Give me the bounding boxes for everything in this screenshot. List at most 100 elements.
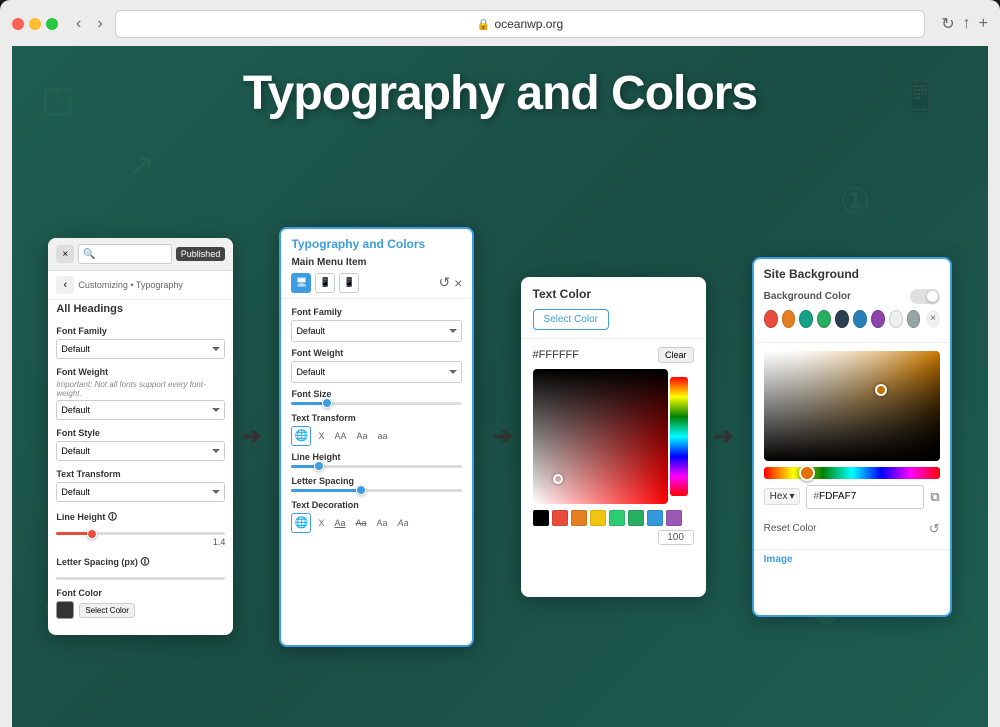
swatch-orange[interactable]	[571, 510, 587, 526]
text-transform-select[interactable]: Default	[56, 482, 225, 502]
swatch-darkgreen[interactable]	[628, 510, 644, 526]
font-family-select[interactable]: Default	[56, 339, 225, 359]
p-letter-spacing-label: Letter Spacing	[291, 476, 462, 486]
transform-none-btn[interactable]: X	[315, 429, 327, 443]
customizer-section-title: All Headings	[48, 300, 233, 318]
close-color-btn[interactable]: ×	[926, 310, 939, 328]
desktop-icon-btn[interactable]: 🖥	[291, 273, 311, 293]
hex-dropdown-label: Hex	[770, 491, 788, 502]
swatch-yellow[interactable]	[590, 510, 606, 526]
swatch-purple[interactable]	[666, 510, 682, 526]
decoration-globe-icon[interactable]: 🌐	[291, 513, 311, 533]
dot-blue[interactable]	[853, 310, 867, 328]
p-font-family-select[interactable]: Default	[291, 320, 462, 342]
p-text-transform-label: Text Transform	[291, 413, 462, 423]
opacity-value[interactable]: 100	[658, 530, 694, 545]
font-family-label: Font Family	[56, 326, 225, 336]
panel-icons-row: 🖥 📱 📱 ↺ ×	[291, 273, 462, 293]
font-weight-sublabel: Important: Not all fonts support every f…	[56, 380, 225, 398]
close-panel-button[interactable]: ×	[454, 274, 462, 291]
bg-color-toggle[interactable]	[910, 289, 940, 304]
transform-capitalize-btn[interactable]: Aa	[353, 429, 370, 443]
p-line-height-slider[interactable]	[291, 465, 462, 468]
dot-teal[interactable]	[799, 310, 813, 328]
line-height-value: 1.4	[56, 537, 225, 547]
font-weight-select[interactable]: Default	[56, 400, 225, 420]
hex-display: #FFFFFF Clear	[533, 347, 694, 363]
dot-light[interactable]	[889, 310, 903, 328]
p-font-size-slider[interactable]	[291, 402, 462, 405]
hex-dropdown[interactable]: Hex ▾	[764, 488, 801, 505]
arrow-1: ➔	[241, 422, 261, 451]
hex-input-value: FDFAF7	[819, 491, 856, 502]
reset-icon-button[interactable]: ↺	[929, 521, 940, 537]
nav-back-button[interactable]: ‹	[56, 276, 74, 294]
hue-bar-thumb	[799, 465, 815, 481]
lock-icon: 🔒	[477, 18, 491, 31]
back-button[interactable]: ‹	[72, 13, 85, 35]
color-picker-container[interactable]	[533, 369, 694, 504]
select-color-button[interactable]: Select Color	[79, 603, 135, 618]
customizer-nav: ‹ Customizing • Typography	[48, 271, 233, 300]
clear-button[interactable]: Clear	[658, 347, 694, 363]
select-color-btn[interactable]: Select Color	[533, 309, 609, 330]
dot-dark[interactable]	[835, 310, 849, 328]
customizer-close-btn[interactable]: ×	[56, 245, 74, 263]
sitebg-image-label[interactable]: Image	[754, 549, 950, 569]
new-tab-button[interactable]: +	[979, 14, 988, 34]
deco-none-btn[interactable]: X	[315, 517, 327, 529]
hex-input[interactable]: # FDFAF7	[806, 485, 924, 509]
deco-overline-btn[interactable]: Aa	[373, 517, 390, 529]
dot-red[interactable]	[12, 18, 24, 30]
arrow-3: ➔	[714, 422, 734, 451]
tablet-icon-btn[interactable]: 📱	[315, 273, 335, 293]
customizer-header: × 🔍 Published	[48, 238, 233, 271]
panel-icons-left: 🖥 📱 📱	[291, 273, 359, 293]
customizer-body: Font Family Default Font Weight Importan…	[48, 318, 233, 635]
swatch-red[interactable]	[552, 510, 568, 526]
address-bar[interactable]: 🔒 oceanwp.org	[115, 10, 926, 38]
font-style-select[interactable]: Default	[56, 441, 225, 461]
line-height-slider[interactable]	[56, 532, 225, 535]
deco-strikethrough-btn[interactable]: Aa	[352, 517, 369, 529]
p-font-size-slider-container	[291, 402, 462, 405]
color-picker-gradient[interactable]	[533, 369, 668, 504]
sitebg-bg-color-section: Background Color	[764, 289, 940, 304]
transform-uppercase-btn[interactable]: AA	[331, 429, 349, 443]
dot-red[interactable]	[764, 310, 778, 328]
reset-color-button[interactable]: Reset Color	[764, 523, 817, 534]
dot-green[interactable]	[817, 310, 831, 328]
textcolor-title: Text Color	[533, 287, 694, 301]
forward-button[interactable]: ›	[93, 13, 106, 35]
copy-hex-button[interactable]: ⧉	[930, 489, 939, 505]
panel-textcolor: Text Color Select Color #FFFFFF Clear	[521, 277, 706, 597]
dot-yellow[interactable]	[29, 18, 41, 30]
p-letter-spacing-slider[interactable]	[291, 489, 462, 492]
dot-purple[interactable]	[871, 310, 885, 328]
mobile-icon-btn[interactable]: 📱	[339, 273, 359, 293]
dot-green[interactable]	[46, 18, 58, 30]
gradient-picker[interactable]	[764, 351, 940, 461]
font-color-swatch[interactable]	[56, 601, 74, 619]
swatch-black[interactable]	[533, 510, 549, 526]
letter-spacing-slider[interactable]	[56, 577, 225, 580]
p-letter-spacing-slider-container	[291, 489, 462, 492]
dot-gray[interactable]	[907, 310, 921, 328]
hue-bar[interactable]	[764, 467, 940, 479]
p-font-weight-select[interactable]: Default	[291, 361, 462, 383]
field-letter-spacing: Letter Spacing (px) 🛈	[56, 555, 225, 580]
dot-orange[interactable]	[782, 310, 796, 328]
deco-italic-btn[interactable]: Aa	[395, 517, 412, 529]
share-button[interactable]: ↑	[963, 14, 971, 34]
color-hue-bar[interactable]	[670, 377, 688, 496]
transform-lowercase-btn[interactable]: aa	[374, 429, 390, 443]
customizer-search[interactable]: 🔍	[78, 244, 171, 264]
hex-value: #FFFFFF	[533, 349, 579, 361]
swatch-blue[interactable]	[647, 510, 663, 526]
undo-button[interactable]: ↺	[439, 274, 451, 291]
swatch-green[interactable]	[609, 510, 625, 526]
globe-icon[interactable]: 🌐	[291, 426, 311, 446]
refresh-button[interactable]: ↻	[941, 14, 954, 34]
deco-underline-btn[interactable]: Aa	[331, 517, 348, 529]
browser-toolbar: ‹ › 🔒 oceanwp.org ↻ ↑ +	[12, 10, 988, 38]
